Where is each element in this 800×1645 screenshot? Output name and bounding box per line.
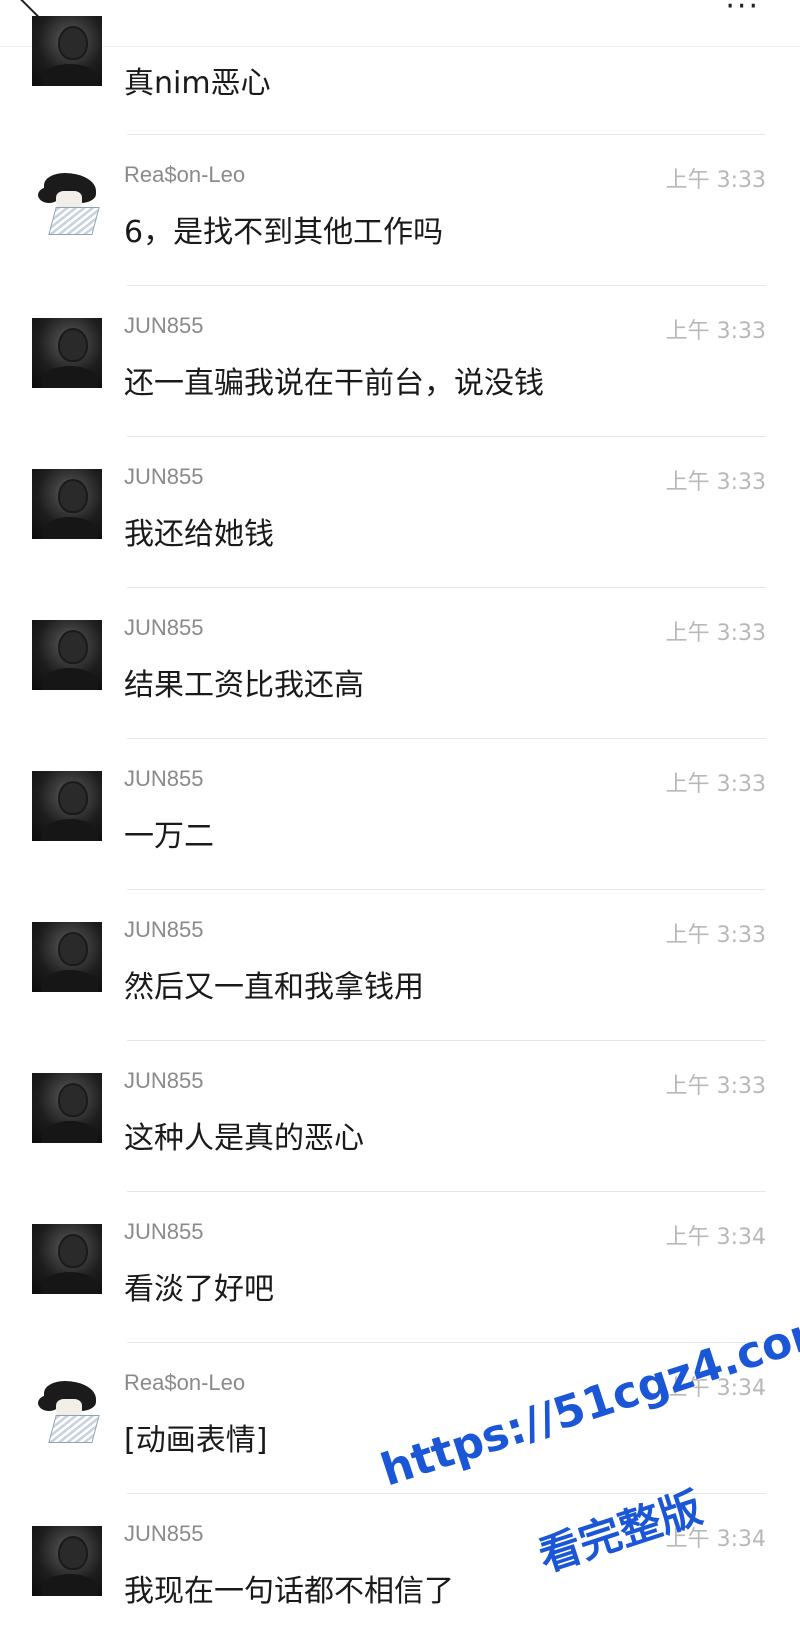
more-dots-icon[interactable]: ··· (725, 0, 760, 22)
message-text: 我现在一句话都不相信了 (124, 1574, 454, 1609)
message-text: 看淡了好吧 (124, 1272, 274, 1307)
list-item[interactable]: JUN855 上午 3:33 结果工资比我还高 (0, 588, 800, 739)
message-text: 6，是找不到其他工作吗 (124, 215, 444, 250)
message-text: 还一直骗我说在干前台，说没钱 (124, 366, 544, 401)
message-time: 上午 3:33 (665, 621, 766, 646)
avatar[interactable] (32, 1073, 102, 1143)
message-text: [动画表情] (124, 1423, 268, 1458)
list-item[interactable]: Rea$on-Leo 上午 3:33 6，是找不到其他工作吗 (0, 135, 800, 286)
sender-name: JUN855 (124, 1521, 204, 1546)
message-time: 上午 3:33 (665, 319, 766, 344)
sender-name: JUN855 (124, 917, 204, 942)
list-item[interactable]: JUN855 上午 3:33 这种人是真的恶心 (0, 1041, 800, 1192)
avatar[interactable] (32, 1224, 102, 1294)
avatar[interactable] (32, 16, 102, 86)
avatar[interactable] (32, 167, 102, 237)
avatar[interactable] (32, 922, 102, 992)
sender-name: JUN855 (124, 766, 204, 791)
message-time: 上午 3:33 (665, 923, 766, 948)
message-text: 然后又一直和我拿钱用 (124, 970, 424, 1005)
list-item[interactable]: 真nim恶心 (0, 16, 800, 135)
list-item[interactable]: JUN855 上午 3:34 看淡了好吧 (0, 1192, 800, 1343)
message-time: 上午 3:33 (665, 470, 766, 495)
message-text: 这种人是真的恶心 (124, 1121, 364, 1156)
list-item[interactable]: JUN855 上午 3:33 然后又一直和我拿钱用 (0, 890, 800, 1041)
message-text: 我还给她钱 (124, 517, 274, 552)
avatar[interactable] (32, 771, 102, 841)
message-list: 真nim恶心 Rea$on-Leo 上午 3:33 6，是找不到其他工作吗 JU… (0, 16, 800, 1645)
message-time: 上午 3:33 (665, 1074, 766, 1099)
sender-name: JUN855 (124, 615, 204, 640)
message-text: 一万二 (124, 819, 214, 854)
message-time: 上午 3:34 (665, 1225, 766, 1250)
list-item[interactable]: Rea$on-Leo 上午 3:34 [动画表情] (0, 1343, 800, 1494)
message-text: 真nim恶心 (124, 66, 271, 101)
list-item[interactable]: JUN855 上午 3:34 我现在一句话都不相信了 (0, 1494, 800, 1645)
avatar[interactable] (32, 1526, 102, 1596)
sender-name: JUN855 (124, 1068, 204, 1093)
sender-name: Rea$on-Leo (124, 1370, 246, 1395)
message-time: 上午 3:34 (665, 1527, 766, 1552)
avatar[interactable] (32, 318, 102, 388)
sender-name: JUN855 (124, 464, 204, 489)
list-item[interactable]: JUN855 上午 3:33 还一直骗我说在干前台，说没钱 (0, 286, 800, 437)
sender-name: Rea$on-Leo (124, 162, 246, 187)
sender-name: JUN855 (124, 1219, 204, 1244)
message-time: 上午 3:34 (665, 1376, 766, 1401)
message-time: 上午 3:33 (665, 168, 766, 193)
avatar[interactable] (32, 620, 102, 690)
list-item[interactable]: JUN855 上午 3:33 我还给她钱 (0, 437, 800, 588)
list-item[interactable]: JUN855 上午 3:33 一万二 (0, 739, 800, 890)
message-time: 上午 3:33 (665, 772, 766, 797)
message-text: 结果工资比我还高 (124, 668, 364, 703)
avatar[interactable] (32, 1375, 102, 1445)
avatar[interactable] (32, 469, 102, 539)
sender-name: JUN855 (124, 313, 204, 338)
